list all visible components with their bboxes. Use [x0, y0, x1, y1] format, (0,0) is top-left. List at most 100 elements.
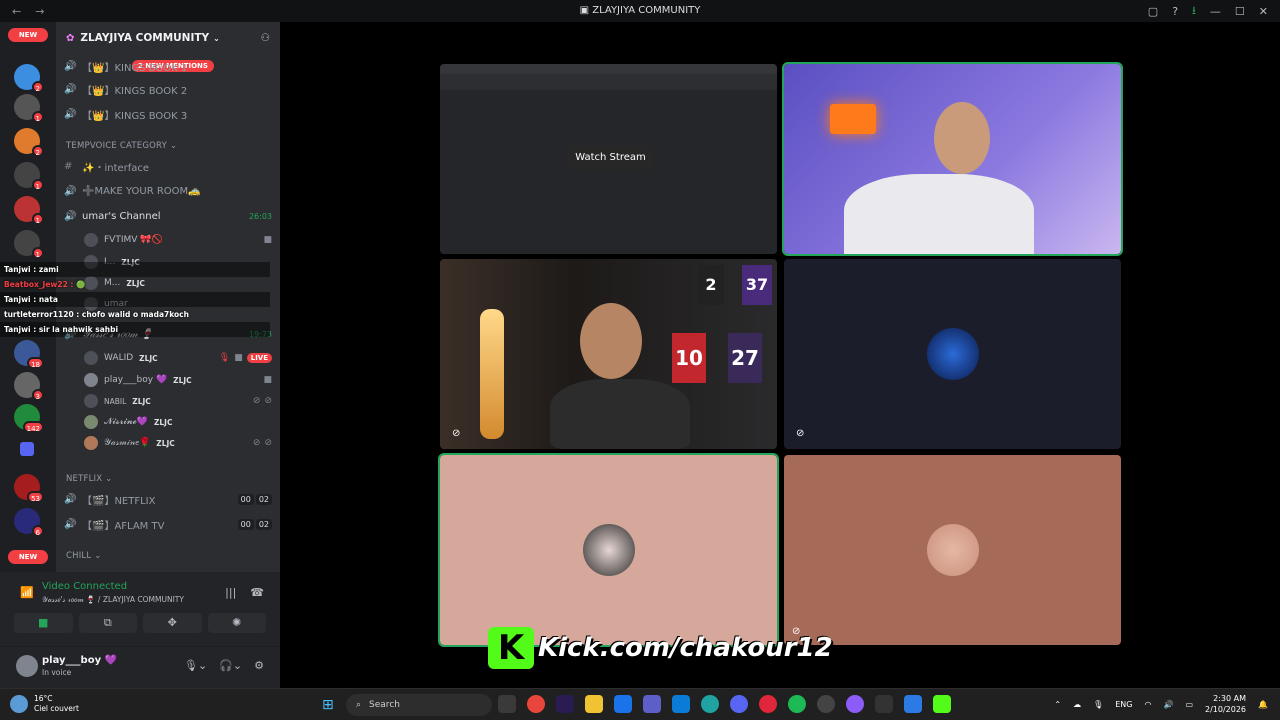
add-member-icon[interactable]: ⚇ [261, 32, 270, 44]
avatar [582, 524, 635, 576]
volume-icon[interactable]: 🔊 [1163, 700, 1173, 709]
soundboard-button[interactable]: ✺ [207, 613, 266, 633]
activities-button[interactable]: ✥ [143, 613, 202, 633]
server-icon[interactable]: 1 [14, 230, 44, 259]
task-view-icon[interactable] [498, 695, 516, 713]
close-button[interactable]: ✕ [1259, 5, 1268, 18]
voice-channel[interactable]: 🔊 umar's Channel 26:03 [64, 206, 272, 226]
inbox-icon[interactable]: ▢ [1148, 5, 1158, 18]
video-tile[interactable] [782, 62, 1123, 256]
watch-stream-button[interactable]: Watch Stream [568, 146, 653, 170]
voice-user[interactable]: 𝓝𝓲𝓼𝓻𝓲𝓷𝓮💜 ZLJC [84, 413, 272, 431]
help-icon[interactable]: ? [1172, 5, 1178, 18]
server-icon[interactable]: 1 [14, 196, 44, 225]
signal-icon[interactable]: 📶 [20, 586, 34, 599]
folder-icon[interactable] [20, 442, 34, 456]
server-icon[interactable]: 142 [14, 404, 44, 433]
server-icon[interactable]: 18 [14, 340, 44, 369]
server-icon[interactable]: 6 [14, 508, 44, 537]
voice-location[interactable]: 𝒴𝒶𝓈𝓈𝑒'𝓈 𝓇𝑜𝑜𝓂 🍷 / ZLAYJIYA COMMUNITY [42, 595, 184, 605]
avatar[interactable] [16, 655, 38, 677]
video-tile[interactable]: ⊘ [784, 259, 1121, 449]
gear-icon[interactable]: ⚙ [254, 659, 264, 672]
terminal-icon[interactable] [875, 695, 893, 713]
network-icon[interactable]: ☁ [1073, 700, 1081, 709]
clock[interactable]: 2:30 AM 2/10/2026 [1205, 693, 1246, 715]
live-badge[interactable]: LIVE [246, 353, 272, 363]
back-arrow-icon[interactable]: ← [12, 5, 21, 18]
kick-app-icon[interactable] [933, 695, 951, 713]
video-tile[interactable]: ⊘ [784, 455, 1121, 645]
disconnect-icon[interactable]: ☎ [250, 586, 264, 599]
maximize-button[interactable]: ☐ [1235, 5, 1245, 18]
forward-arrow-icon[interactable]: → [35, 5, 44, 18]
server-icon[interactable]: 2 [14, 64, 44, 93]
discord-icon[interactable] [730, 695, 748, 713]
category-netflix[interactable]: NETFLIX ⌄ [66, 474, 113, 484]
category-tempvoice[interactable]: TEMPVOICE CATEGORY ⌄ [66, 141, 177, 151]
battery-icon[interactable]: ▭ [1185, 700, 1193, 709]
taskbar-search[interactable]: ⌕ Search [346, 694, 492, 716]
server-icon[interactable]: 53 [14, 474, 44, 503]
text-channel[interactable]: # ✨・interface [64, 156, 272, 176]
mic-icon[interactable]: 🎙⌄ [184, 659, 207, 672]
spotify-icon[interactable] [788, 695, 806, 713]
channel-label: ➕MAKE YOUR ROOM🚕 [82, 185, 201, 197]
app-icon[interactable] [846, 695, 864, 713]
opera-icon[interactable] [759, 695, 777, 713]
category-chill[interactable]: CHILL ⌄ [66, 551, 102, 561]
chevron-up-icon[interactable]: ⌃ [1054, 700, 1061, 709]
channel-label: ✨・interface [82, 162, 150, 174]
weather-temp: 16°C [34, 694, 53, 703]
camera-button[interactable]: ■ [14, 613, 73, 633]
stream-tile[interactable]: Watch Stream [440, 64, 777, 254]
headphones-icon[interactable]: 🎧⌄ [219, 659, 242, 672]
app-icon[interactable] [904, 695, 922, 713]
new-unreads-pill[interactable]: NEW [8, 28, 48, 42]
new-unreads-pill[interactable]: NEW [8, 550, 48, 564]
weather-widget[interactable]: 16°C Ciel couvert [10, 694, 79, 714]
badge: 6 [31, 525, 44, 537]
server-icon[interactable]: 2 [14, 128, 44, 157]
voice-user[interactable]: 𝒴𝒶𝓈𝓂𝒾𝓃𝑒🌹 ZLJC ⊘ ⊘ [84, 434, 272, 452]
app-icon[interactable] [614, 695, 632, 713]
hash-icon: # [64, 160, 73, 172]
voice-channel[interactable]: 🔊 【🎬】NETFLIX 00 02 [64, 489, 272, 509]
mic-icon[interactable]: 🎙 [1093, 700, 1103, 709]
steam-icon[interactable] [817, 695, 835, 713]
edge-icon[interactable] [701, 695, 719, 713]
server-icon[interactable]: 1 [14, 162, 44, 191]
voice-channel[interactable]: 🔊 【🎬】AFLAM TV 00 02 [64, 514, 272, 534]
video-tile[interactable] [438, 453, 779, 647]
windows-start-icon[interactable]: ⊞ [322, 697, 334, 713]
server-icon[interactable]: 3 [14, 372, 44, 401]
noise-suppression-icon[interactable]: ||| [225, 586, 236, 599]
notification-icon[interactable]: 🔔 [1258, 700, 1268, 709]
language-indicator[interactable]: ENG [1115, 700, 1132, 709]
voice-user[interactable]: NABIL ZLJC ⊘ ⊘ [84, 392, 272, 410]
badge: 142 [22, 421, 44, 433]
voice-user[interactable]: WALID ZLJC 🎙 ■ LIVE [84, 349, 272, 367]
premiere-icon[interactable] [556, 695, 574, 713]
video-tile[interactable]: 10 27 2 37 ⊘ [440, 259, 777, 449]
screen-share-button[interactable]: ⧉ [78, 613, 137, 633]
guild-header[interactable]: ✿ ZLAYJIYA COMMUNITY ⌄ ⚇ [56, 22, 280, 54]
wifi-icon[interactable]: ◠ [1144, 700, 1151, 709]
system-tray: ⌃ ☁ 🎙 ENG ◠ 🔊 ▭ 2:30 AM 2/10/2026 🔔 [1054, 693, 1268, 715]
user-name: play___boy 💜 [42, 655, 118, 666]
server-icon[interactable]: 1 [14, 94, 44, 123]
voice-status[interactable]: Video Connected [42, 581, 127, 592]
chrome-icon[interactable] [527, 695, 545, 713]
voice-user[interactable]: FVTIMV 🎀🚫 ■ [84, 231, 272, 249]
teams-icon[interactable] [643, 695, 661, 713]
voice-channel[interactable]: 🔊 【👑】KINGS BOOK 3 [64, 104, 272, 124]
user-name: 𝓝𝓲𝓼𝓻𝓲𝓷𝓮💜 [104, 417, 148, 427]
file-explorer-icon[interactable] [585, 695, 603, 713]
voice-channel[interactable]: 🔊 【👑】KINGS BOOK 1 [64, 56, 272, 76]
voice-user[interactable]: play___boy 💜 ZLJC ■ [84, 371, 272, 389]
voice-channel[interactable]: 🔊 【👑】KINGS BOOK 2 [64, 79, 272, 99]
outlook-icon[interactable] [672, 695, 690, 713]
voice-channel[interactable]: 🔊 ➕MAKE YOUR ROOM🚕 [64, 181, 272, 201]
download-icon[interactable]: ⭳ [1192, 2, 1196, 21]
minimize-button[interactable]: — [1210, 5, 1221, 18]
